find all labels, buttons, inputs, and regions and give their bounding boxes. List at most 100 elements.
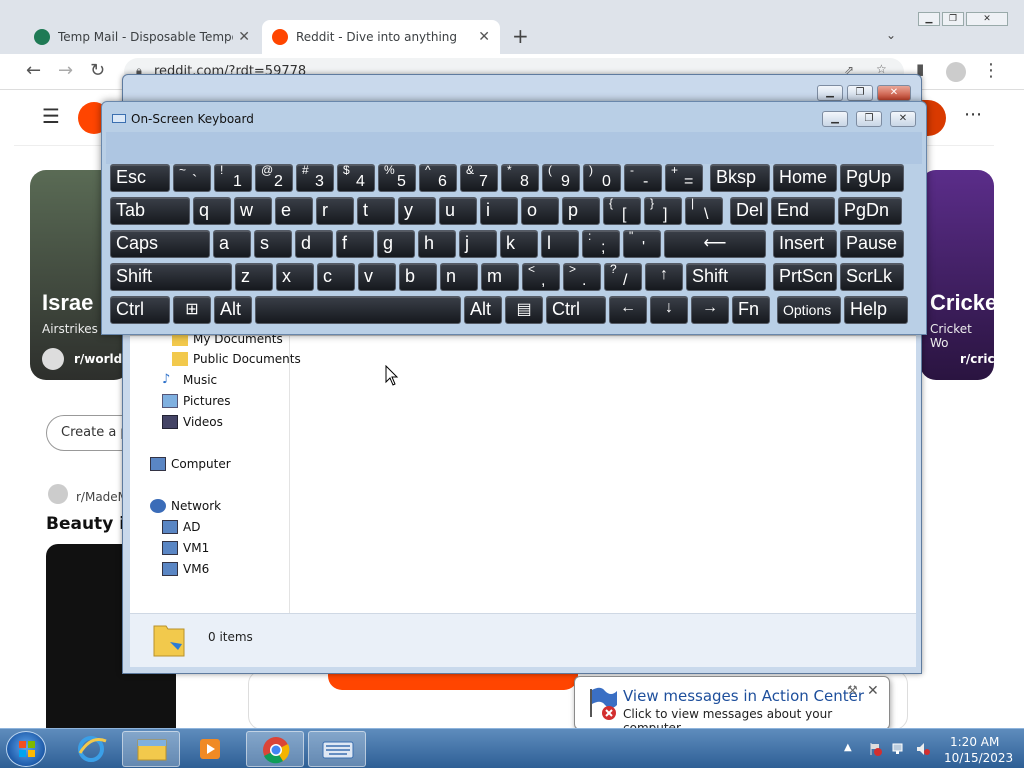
key-l-2-9[interactable]: l [541,230,579,258]
tab-close-icon[interactable]: ✕ [238,29,250,45]
key-bksp-0-14[interactable]: Bksp [710,164,770,192]
key-o-1-9[interactable]: o [521,197,559,225]
more-icon[interactable]: ⋯ [964,104,982,125]
key-prtscn-3-13[interactable]: PrtScn [773,263,837,291]
key-esc-0-0[interactable]: Esc [110,164,170,192]
close-icon[interactable]: ✕ [966,12,1008,26]
key-symbol-1-11[interactable]: {[ [603,197,641,225]
key-symbol-3-9[interactable]: >. [563,263,601,291]
key-alt-4-4[interactable]: Alt [464,296,502,324]
key-b-3-5[interactable]: b [399,263,437,291]
nav-item-vm6[interactable]: VM6 [162,562,209,576]
osk-titlebar[interactable]: On-Screen Keyboard ▁ ❐ ✕ [102,102,926,132]
close-icon[interactable]: ✕ [877,85,911,101]
key-symbol-0-12[interactable]: -- [624,164,662,192]
reload-icon[interactable]: ↻ [90,60,105,81]
key-fn-4-10[interactable]: Fn [732,296,770,324]
key-symbol-2-10[interactable]: :; [582,230,620,258]
on-screen-keyboard-icon[interactable] [308,731,366,767]
key-alt-4-2[interactable]: Alt [214,296,252,324]
key-p-1-10[interactable]: p [562,197,600,225]
key-j-2-7[interactable]: j [459,230,497,258]
nav-item-ad[interactable]: AD [162,520,200,534]
minimize-icon[interactable]: ▁ [822,111,848,127]
key-u-1-7[interactable]: u [439,197,477,225]
key-z-3-1[interactable]: z [235,263,273,291]
key-3-0-4[interactable]: #3 [296,164,334,192]
network-tray-icon[interactable] [892,742,906,756]
media-player-icon[interactable] [182,731,240,767]
trending-card-cricket[interactable]: Cricke Cricket Wo r/cric [920,170,994,380]
key-shift-3-12[interactable]: Shift [686,263,766,291]
key-4-0-5[interactable]: $4 [337,164,375,192]
new-tab-button[interactable]: + [512,24,529,48]
key-v-3-4[interactable]: v [358,263,396,291]
show-hidden-icons-icon[interactable]: ▲ [844,742,858,756]
explorer-icon[interactable] [122,731,180,767]
key-ctrl-4-6[interactable]: Ctrl [546,296,606,324]
key-w-1-2[interactable]: w [234,197,272,225]
minimize-icon[interactable]: ▁ [817,85,843,101]
key-s-2-2[interactable]: s [254,230,292,258]
maximize-icon[interactable]: ❐ [942,12,964,26]
key-6-0-7[interactable]: ^ 6 [419,164,457,192]
notification-title[interactable]: View messages in Action Center [623,687,864,705]
key-caps-2-0[interactable]: Caps [110,230,210,258]
key-pgdn-1-16[interactable]: PgDn [838,197,902,225]
forward-icon[interactable]: → [58,60,73,81]
key-symbol-4-8[interactable]: ↓ [650,296,688,324]
key-home-0-15[interactable]: Home [773,164,837,192]
wrench-icon[interactable]: ⚒ [847,683,858,697]
key-n-3-6[interactable]: n [440,263,478,291]
close-icon[interactable]: ✕ [890,111,916,127]
key-q-1-1[interactable]: q [193,197,231,225]
key-symbol-0-1[interactable]: ~ ` [173,164,211,192]
back-icon[interactable]: ← [26,60,41,81]
tab-search-chevron-icon[interactable]: ⌄ [886,28,896,42]
profile-icon[interactable] [946,62,966,82]
key-a-2-1[interactable]: a [213,230,251,258]
key-m-3-7[interactable]: m [481,263,519,291]
key-scrlk-3-14[interactable]: ScrLk [840,263,904,291]
key-symbol-3-8[interactable]: <, [522,263,560,291]
hamburger-icon[interactable]: ☰ [42,104,60,128]
key-tab-1-0[interactable]: Tab [110,197,190,225]
minimize-icon[interactable]: ▁ [918,12,940,26]
key-symbol-2-12[interactable]: ⟵ [664,230,766,258]
key-symbol-4-1[interactable]: ⊞ [173,296,211,324]
tab-close-icon[interactable]: ✕ [478,29,490,45]
key-shift-3-0[interactable]: Shift [110,263,232,291]
internet-explorer-icon[interactable] [62,731,120,767]
action-center-notification[interactable]: View messages in Action Center Click to … [574,676,890,741]
nav-item-public-documents[interactable]: Public Documents [172,352,301,366]
menu-icon[interactable]: ⋮ [982,60,1000,81]
key-e-1-3[interactable]: e [275,197,313,225]
key-symbol-1-13[interactable]: | \ [685,197,723,225]
key-0-0-11[interactable]: ) 0 [583,164,621,192]
key-h-2-6[interactable]: h [418,230,456,258]
key-symbol-3-11[interactable]: ↑ [645,263,683,291]
key-y-1-6[interactable]: y [398,197,436,225]
nav-item-vm1[interactable]: VM1 [162,541,209,555]
key-5-0-6[interactable]: % 5 [378,164,416,192]
post-subreddit[interactable]: r/MadeM [76,490,128,504]
key-symbol-1-12[interactable]: }] [644,197,682,225]
nav-item-videos[interactable]: Videos [162,415,223,429]
key-symbol-2-11[interactable]: " ' [623,230,661,258]
key-1-0-2[interactable]: ! 1 [214,164,252,192]
key-t-1-5[interactable]: t [357,197,395,225]
key-end-1-15[interactable]: End [771,197,835,225]
key-g-2-5[interactable]: g [377,230,415,258]
maximize-icon[interactable]: ❐ [847,85,873,101]
chrome-icon[interactable] [246,731,304,767]
key-x-3-2[interactable]: x [276,263,314,291]
clock-date[interactable]: 10/15/2023 [944,751,1013,765]
key-c-3-3[interactable]: c [317,263,355,291]
key-del-1-14[interactable]: Del [730,197,768,225]
key-symbol-3-10[interactable]: ? / [604,263,642,291]
key-pause-2-14[interactable]: Pause [840,230,904,258]
action-center-tray-icon[interactable] [868,742,882,756]
key-symbol-4-9[interactable]: → [691,296,729,324]
key-2-0-3[interactable]: @2 [255,164,293,192]
key-symbol-4-5[interactable]: ▤ [505,296,543,324]
